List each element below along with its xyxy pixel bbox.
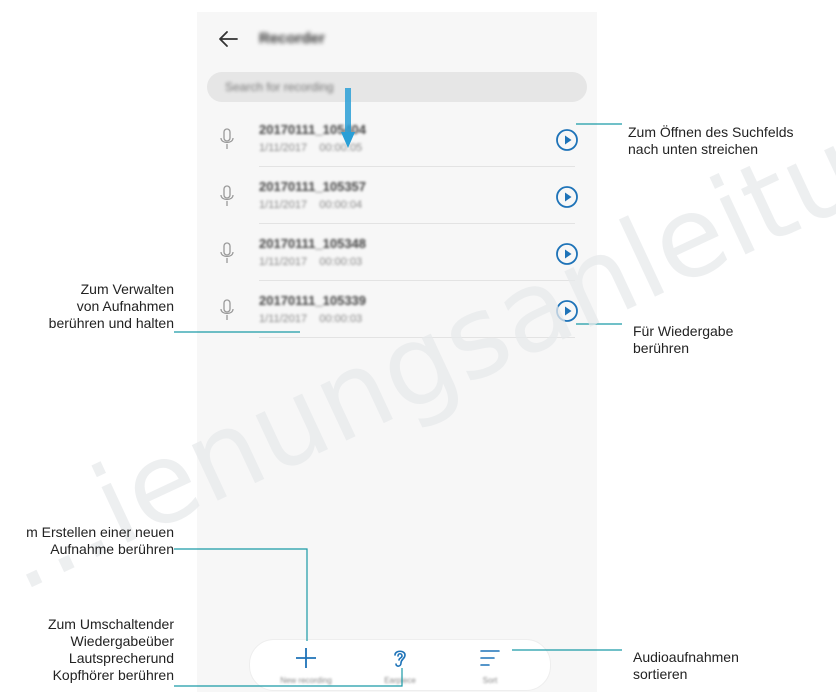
recorder-screen: Recorder Search for recording 20170111_1…: [197, 12, 597, 692]
divider: [259, 166, 575, 167]
recording-meta: 1/11/2017 00:00:04: [259, 199, 362, 211]
callout-sort: Audioaufnahmen sortieren: [633, 649, 739, 682]
search-placeholder: Search for recording: [225, 80, 334, 94]
sort-label: Sort: [482, 676, 498, 685]
recording-meta: 1/11/2017 00:00:03: [259, 256, 362, 268]
divider: [259, 337, 575, 338]
recording-date: 1/11/2017: [259, 256, 308, 268]
callout-earpiece: Zum Umschaltender Wiedergabeüber Lautspr…: [47, 616, 174, 683]
top-bar: Recorder: [197, 12, 597, 68]
callout-swipe-search: Zum Öffnen des Suchfelds nach unten stre…: [628, 124, 794, 157]
recording-duration: 00:00:04: [319, 199, 363, 211]
callout-manage-recordings: Zum Verwalten von Aufnahmen berühren und…: [48, 281, 174, 331]
recording-duration: 00:00:03: [319, 313, 363, 325]
callout-new-recording: m Erstellen einer neuen Aufnahme berühre…: [26, 524, 174, 557]
microphone-icon: [220, 242, 234, 263]
play-icon[interactable]: [555, 242, 579, 266]
ear-icon: [394, 650, 406, 667]
recording-name: 20170111_105348: [259, 236, 367, 251]
recording-date: 1/11/2017: [259, 313, 308, 325]
recording-item[interactable]: 20170111_105348 1/11/2017 00:00:03: [197, 226, 597, 281]
play-icon[interactable]: [555, 299, 579, 323]
recording-meta: 1/11/2017 00:00:03: [259, 313, 362, 325]
recording-name: 20170111_105339: [259, 293, 367, 308]
divider: [259, 223, 575, 224]
search-field[interactable]: Search for recording: [207, 72, 587, 102]
earpiece-label: Earpiece: [384, 676, 416, 685]
new-recording-label: New recording: [280, 676, 332, 685]
divider: [259, 280, 575, 281]
earpiece-button[interactable]: Earpiece: [360, 644, 440, 688]
new-recording-button[interactable]: New recording: [266, 644, 346, 688]
recording-date: 1/11/2017: [259, 199, 308, 211]
recording-item[interactable]: 20170111_105339 1/11/2017 00:00:03: [197, 283, 597, 338]
sort-icon: [480, 650, 500, 666]
recording-name: 20170111_105357: [259, 179, 367, 194]
callout-play: Für Wiedergabe berühren: [633, 323, 734, 356]
microphone-icon: [220, 128, 234, 149]
recording-item[interactable]: 20170111_105404 1/11/2017 00:00:05: [197, 112, 597, 167]
plus-icon: [296, 648, 316, 668]
sort-button[interactable]: Sort: [450, 644, 530, 688]
app-title: Recorder: [259, 30, 325, 47]
microphone-icon: [220, 299, 234, 320]
swipe-down-arrow-icon: [341, 88, 355, 148]
recording-duration: 00:00:03: [319, 256, 363, 268]
bottom-toolbar: New recording Earpiece Sort: [249, 639, 551, 691]
recording-date: 1/11/2017: [259, 142, 308, 154]
back-arrow-icon[interactable]: [215, 26, 241, 52]
recording-item[interactable]: 20170111_105357 1/11/2017 00:00:04: [197, 169, 597, 224]
microphone-icon: [220, 185, 234, 206]
play-icon[interactable]: [555, 128, 579, 152]
play-icon[interactable]: [555, 185, 579, 209]
